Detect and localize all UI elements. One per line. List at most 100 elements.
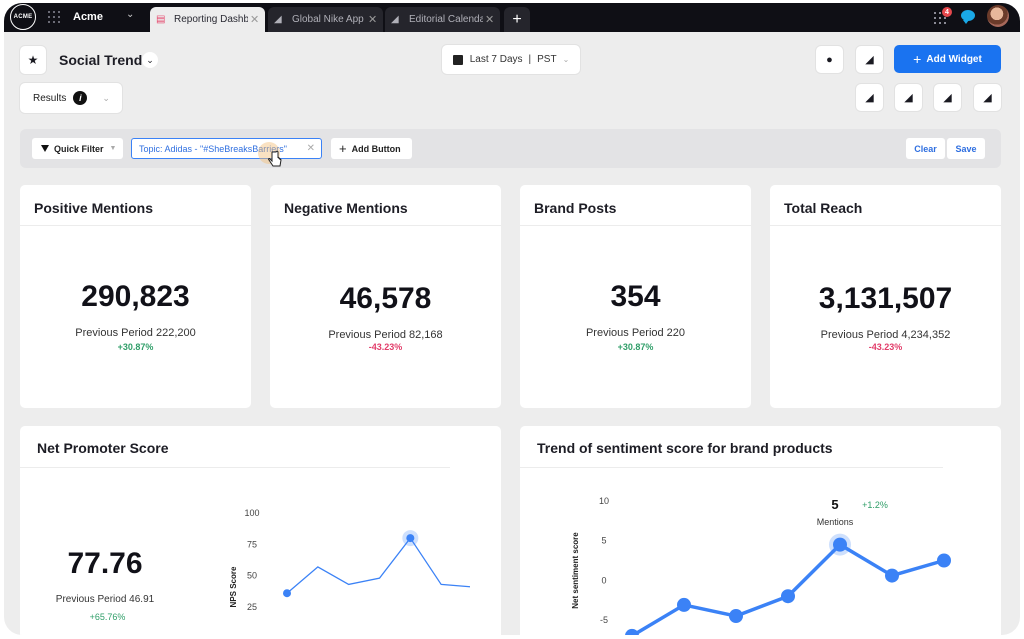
tooltip-label: Mentions (817, 517, 854, 527)
metric-previous-period: Previous Period 222,200 (75, 327, 196, 339)
y-tick-label: 0 (601, 575, 606, 585)
y-tick-label: 100 (244, 508, 259, 518)
filter-bar: Quick Filter ▼ Topic: Adidas - "#SheBrea… (20, 129, 1001, 168)
close-icon[interactable]: ✕ (368, 13, 377, 26)
info-icon[interactable]: i (73, 91, 88, 105)
sentiment-trend-widget[interactable]: Trend of sentiment score for brand produ… (520, 426, 1001, 635)
tooltip-value: 5 (831, 497, 838, 512)
megaphone-button[interactable]: ◢ (895, 84, 922, 111)
megaphone-icon: ◢ (865, 54, 874, 66)
y-axis-label: Net sentiment score (571, 532, 580, 609)
data-point (677, 597, 691, 612)
metric-card-total-reach[interactable]: Total Reach 3,131,507 Previous Period 4,… (770, 185, 1001, 408)
tab-editorial-calendar[interactable]: ◢ Editorial Calendar ✕ (385, 7, 501, 32)
tab-reporting-dashboard[interactable]: ▤ Reporting Dashboard ✕ (150, 7, 266, 32)
save-button[interactable]: Save (947, 138, 985, 159)
app-window: ACME Acme ⌄ ▤ Reporting Dashboard ✕ ◢ Gl… (4, 3, 1020, 635)
metric-previous-period: Previous Period 82,168 (328, 329, 443, 341)
add-button-label: Add Button (351, 143, 401, 154)
megaphone-icon: ◢ (904, 92, 913, 104)
metric-change: +30.87% (117, 342, 154, 352)
chevron-down-icon: ⌄ (146, 54, 154, 65)
data-point (729, 609, 743, 624)
y-tick-label: 10 (599, 496, 609, 506)
data-point (833, 537, 847, 552)
hand-cursor-icon (268, 150, 282, 167)
megaphone-button[interactable]: ◢ (856, 46, 883, 73)
megaphone-icon: ◢ (865, 92, 874, 104)
chevron-down-icon: ▼ (109, 145, 117, 152)
metric-previous-period: Previous Period 220 (585, 327, 686, 339)
nps-previous-period: Previous Period 46.91 (55, 594, 155, 605)
megaphone-button[interactable]: ◢ (856, 84, 883, 111)
megaphone-alert-button[interactable]: ◢ (974, 84, 1001, 111)
results-label: Results (33, 92, 67, 104)
series-line (286, 536, 470, 594)
data-point (781, 589, 795, 604)
timezone-label: PST (537, 54, 557, 65)
data-point (406, 534, 415, 543)
filter-icon (41, 145, 49, 152)
results-dropdown[interactable]: Results i ⌄ (20, 83, 122, 113)
topic-filter-chip[interactable]: Topic: Adidas - "#SheBreaksBarriers" ✕ (131, 138, 322, 159)
add-tab-button[interactable]: + (504, 7, 530, 32)
app-grid-icon[interactable] (48, 11, 60, 23)
metric-card-negative-mentions[interactable]: Negative Mentions 46,578 Previous Period… (270, 185, 501, 408)
clear-button[interactable]: Clear (906, 138, 945, 159)
chat-icon[interactable] (961, 10, 975, 24)
metric-title: Negative Mentions (284, 200, 408, 216)
y-tick-label: -5 (600, 615, 608, 625)
widget-title: Trend of sentiment score for brand produ… (537, 440, 833, 456)
calendar-icon (452, 54, 463, 65)
metric-change: +30.87% (617, 342, 654, 352)
quick-filter-label: Quick Filter (54, 143, 104, 154)
megaphone-icon: ◢ (391, 14, 399, 25)
close-icon[interactable]: ✕ (485, 13, 494, 26)
quick-filter-dropdown[interactable]: Quick Filter ▼ (32, 138, 123, 159)
data-point (937, 553, 951, 568)
y-tick-label: 5 (601, 536, 606, 546)
close-icon[interactable]: ✕ (250, 13, 259, 26)
tab-global-nike-app[interactable]: ◢ Global Nike App ✕ (268, 7, 384, 32)
nps-widget[interactable]: Net Promoter Score 77.76 Previous Period… (20, 426, 501, 635)
widget-title: Net Promoter Score (37, 440, 169, 456)
date-range-label: Last 7 Days (469, 54, 523, 65)
close-icon[interactable]: ✕ (307, 143, 315, 154)
date-range-picker[interactable]: Last 7 Days | PST ⌄ (442, 45, 580, 74)
star-icon: ★ (27, 53, 39, 67)
add-button[interactable]: + Add Button (331, 138, 412, 159)
chevron-down-icon: ⌄ (102, 92, 110, 103)
metric-value: 46,578 (339, 282, 432, 315)
divider (20, 225, 251, 226)
acme-logo[interactable]: ACME (10, 4, 36, 30)
divider (270, 225, 501, 226)
metric-previous-period: Previous Period 4,234,352 (820, 329, 951, 341)
divider (770, 225, 1001, 226)
title-dropdown-button[interactable]: ⌄ (142, 52, 158, 68)
org-name[interactable]: Acme (73, 11, 103, 23)
metric-value: 354 (610, 280, 661, 313)
page-title: Social Trend (59, 52, 143, 68)
metric-change: -43.23% (868, 342, 903, 352)
helmet-icon-button[interactable]: ● (816, 46, 843, 73)
add-widget-label: Add Widget (926, 53, 982, 65)
nps-change: +65.76% (89, 612, 126, 622)
favorite-button[interactable]: ★ (20, 46, 46, 74)
user-avatar[interactable] (987, 5, 1009, 27)
megaphone-button[interactable]: ◢ (934, 84, 961, 111)
sentiment-line-chart: -5 0 5 10 Net sentiment score 5 Mentions +1.2% (571, 496, 951, 635)
chevron-down-icon[interactable]: ⌄ (126, 9, 134, 20)
tooltip-change: +1.2% (862, 500, 888, 510)
megaphone-alert-icon: ◢ (983, 92, 992, 104)
add-widget-button[interactable]: + Add Widget (894, 45, 1001, 73)
divider (20, 467, 450, 468)
divider (520, 467, 943, 468)
data-point (625, 628, 639, 635)
nps-value: 77.76 (67, 547, 143, 580)
nps-line-chart: 25 50 75 100 NPS Score (229, 508, 470, 612)
notification-badge: 4 (942, 7, 952, 17)
divider (520, 225, 751, 226)
metric-card-positive-mentions[interactable]: Positive Mentions 290,823 Previous Perio… (20, 185, 251, 408)
metric-card-brand-posts[interactable]: Brand Posts 354 Previous Period 220 +30.… (520, 185, 751, 408)
metric-change: -43.23% (368, 342, 403, 352)
